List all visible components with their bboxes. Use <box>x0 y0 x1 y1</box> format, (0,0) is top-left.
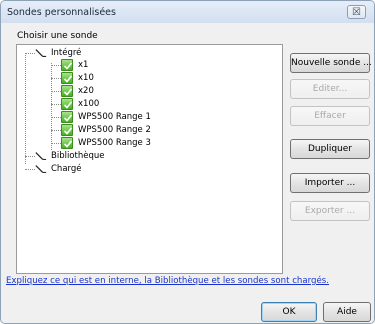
check-icon <box>61 59 73 71</box>
close-button[interactable]: ☒ <box>347 5 366 19</box>
tree-connector <box>51 130 61 131</box>
probe-icon <box>35 165 47 173</box>
check-icon <box>61 111 73 123</box>
tree-node-label: Chargé <box>51 164 82 174</box>
new-probe-button[interactable]: Nouvelle sonde ... <box>290 53 372 73</box>
tree-item-label: WPS500 Range 2 <box>78 125 151 135</box>
import-button[interactable]: Importer ... <box>290 173 370 193</box>
check-icon <box>61 98 73 110</box>
dialog-client: Choisir une sonde Intégré x1 x10 x20 x10… <box>1 23 374 323</box>
tree-connector <box>25 53 26 164</box>
check-icon <box>61 137 73 149</box>
tree-item-label: x100 <box>78 99 100 109</box>
tree-connector <box>25 53 35 54</box>
tree-connector <box>25 156 35 157</box>
close-icon: ☒ <box>352 7 361 18</box>
probe-icon <box>35 152 47 160</box>
edit-button[interactable]: Editer... <box>290 79 370 99</box>
probe-icon <box>35 49 47 57</box>
duplicate-button[interactable]: Dupliquer <box>290 139 370 159</box>
tree-connector <box>51 63 52 150</box>
tree-connector <box>51 143 61 144</box>
ok-button[interactable]: OK <box>261 302 317 322</box>
tree-item-label: WPS500 Range 1 <box>78 112 151 122</box>
check-icon <box>61 72 73 84</box>
tree-connector <box>51 117 61 118</box>
tree-connector <box>51 104 61 105</box>
check-icon <box>61 124 73 136</box>
probe-group-label: Choisir une sonde <box>17 31 98 41</box>
tree-item-label: x10 <box>78 73 94 83</box>
help-button[interactable]: Aide <box>323 302 371 322</box>
tree-connector <box>51 91 61 92</box>
tree-connector <box>51 78 61 79</box>
tree-connector <box>51 65 61 66</box>
probe-tree[interactable]: Intégré x1 x10 x20 x100 WPS500 Range 1 W… <box>16 44 283 274</box>
tree-item-label: x1 <box>78 60 89 70</box>
tree-item-label: WPS500 Range 3 <box>78 138 151 148</box>
check-icon <box>61 85 73 97</box>
delete-button[interactable]: Effacer <box>290 106 370 126</box>
export-button[interactable]: Exporter ... <box>290 201 370 221</box>
title-bar: Sondes personnalisées ☒ <box>1 1 374 23</box>
dialog-window: Sondes personnalisées ☒ Choisir une sond… <box>0 0 375 324</box>
tree-node-label: Intégré <box>51 48 82 58</box>
window-title: Sondes personnalisées <box>7 7 116 18</box>
tree-node-label: Bibliothèque <box>51 151 105 161</box>
tree-item-label: x20 <box>78 86 94 96</box>
help-explanation-link[interactable]: Expliquez ce qui est en interne, la Bibl… <box>6 276 329 286</box>
tree-connector <box>25 169 35 170</box>
